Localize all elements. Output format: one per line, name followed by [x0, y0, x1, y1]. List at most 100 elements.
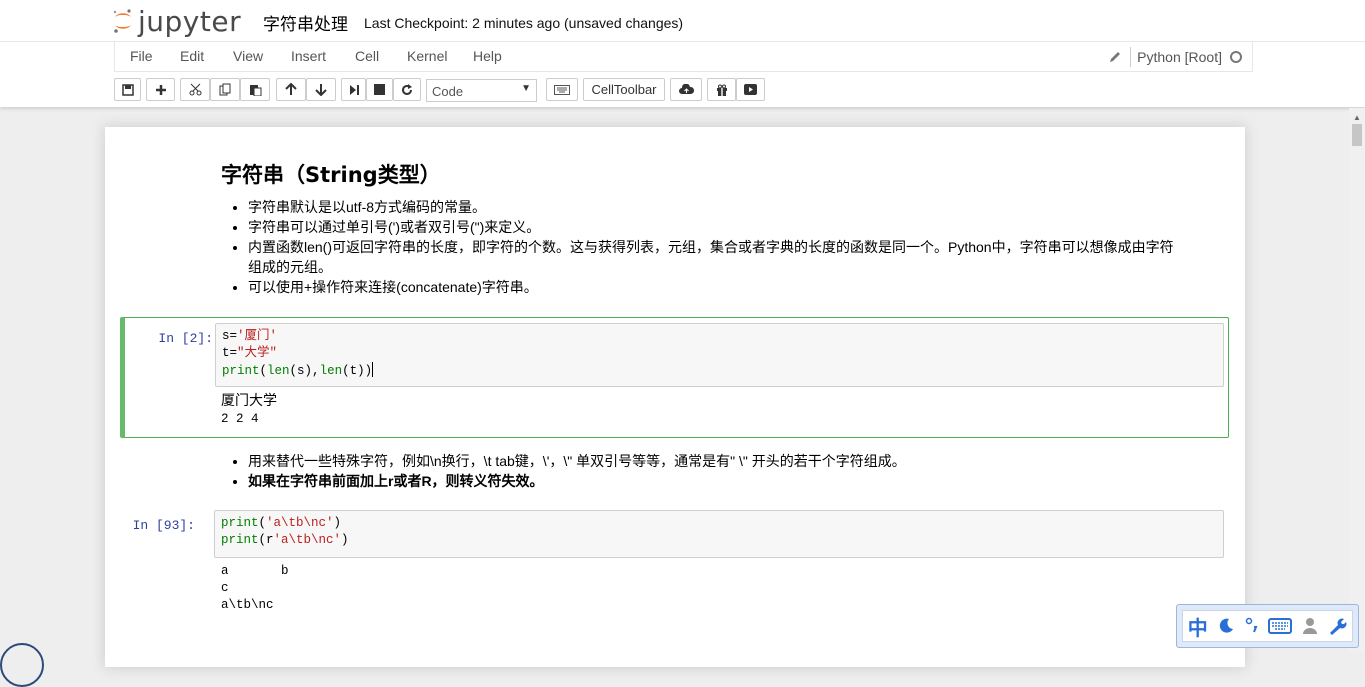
code-cell-selected[interactable]: In [2]: s='厦门' t="大学" print(len(s),len(t… [120, 317, 1229, 438]
list-item: 字符串可以通过单引号(')或者双引号(")来定义。 [248, 217, 1201, 237]
list-item-text: 内置函数len()可返回字符串的长度，即字符的个数。这与获得列表，元组，集合或者… [248, 239, 1174, 255]
ime-chinese-mode[interactable]: 中 [1188, 612, 1208, 641]
code-token: (t)) [342, 364, 373, 378]
list-item: 用来替代一些特殊字符，例如\n换行，\t tab键，\'，\" 单双引号等等，通… [248, 451, 1201, 471]
menubar: File Edit View Insert Cell Kernel Help P… [114, 42, 1253, 72]
output-line: 2 2 4 [221, 412, 259, 426]
menu-cell[interactable]: Cell [355, 48, 379, 64]
list-item: 内置函数len()可返回字符串的长度，即字符的个数。这与获得列表，元组，集合或者… [248, 237, 1201, 277]
cell-type-select[interactable]: Code ▼ [426, 79, 537, 102]
code-token: ( [258, 516, 267, 530]
notebook-container: 字符串（String类型） 字符串默认是以utf-8方式编码的常量。 字符串可以… [105, 127, 1245, 667]
keyboard-icon[interactable] [1268, 618, 1293, 634]
slideshow-button[interactable] [736, 78, 765, 101]
ime-toolbar-inner: 中 [1182, 610, 1353, 642]
paste-button[interactable] [240, 78, 270, 101]
escape-bullet-list: 用来替代一些特殊字符，例如\n换行，\t tab键，\'，\" 单双引号等等，通… [221, 451, 1201, 491]
markdown-cell-intro[interactable]: 字符串（String类型） 字符串默认是以utf-8方式编码的常量。 字符串可以… [221, 165, 1201, 297]
kernel-name[interactable]: Python [Root] [1137, 49, 1222, 65]
list-item-bold: 如果在字符串前面加上r或者R，则转义符失效。 [248, 471, 1201, 491]
moon-icon[interactable] [1217, 617, 1235, 635]
paste-icon [249, 85, 261, 96]
kernel-status-icon [1230, 51, 1242, 63]
gift-icon [716, 84, 727, 96]
code-builtin: print [221, 533, 259, 547]
edit-pencil-icon[interactable] [1108, 50, 1122, 64]
output-line: a b [221, 564, 289, 578]
output-line: a\tb\nc [221, 598, 274, 612]
code-builtin: len [267, 364, 290, 378]
move-up-button[interactable] [276, 78, 306, 101]
run-cell-button[interactable] [341, 78, 366, 101]
jupyter-logo-icon [113, 9, 131, 33]
menu-view[interactable]: View [233, 48, 263, 64]
punctuation-icon[interactable] [1245, 617, 1259, 635]
input-prompt: In [2]: [158, 331, 213, 346]
checkpoint-status: Last Checkpoint: 2 minutes ago (unsaved … [364, 15, 684, 31]
command-palette-button[interactable] [546, 78, 578, 101]
notebook-title[interactable]: 字符串处理 [263, 10, 348, 35]
code-token: ) [341, 533, 349, 547]
notebook-header: jupyter 字符串处理 Last Checkpoint: 2 minutes… [0, 0, 1365, 107]
input-prompt: In [93]: [132, 518, 195, 533]
wrench-icon[interactable] [1327, 616, 1347, 636]
code-cell[interactable]: In [93]: print('a\tb\nc') print(r'a\tb\n… [120, 507, 1229, 617]
gift-button[interactable] [707, 78, 736, 101]
scroll-thumb[interactable] [1352, 124, 1362, 146]
insert-cell-button[interactable] [146, 78, 175, 101]
move-down-button[interactable] [306, 78, 336, 101]
copy-icon [219, 83, 230, 96]
plus-icon [155, 84, 166, 95]
menu-help[interactable]: Help [473, 48, 502, 64]
cell-type-value: Code [432, 84, 464, 99]
code-string: 'a\tb\nc' [266, 516, 334, 530]
keyboard-icon [554, 84, 570, 95]
play-video-icon [744, 84, 757, 95]
code-string: "大学" [237, 346, 278, 360]
code-input[interactable]: s='厦门' t="大学" print(len(s),len(t)) [215, 323, 1224, 387]
code-string: '厦门' [237, 329, 278, 343]
menu-kernel[interactable]: Kernel [407, 48, 447, 64]
user-icon[interactable] [1302, 617, 1318, 635]
step-forward-icon [349, 84, 359, 95]
code-builtin: print [222, 364, 260, 378]
menu-insert[interactable]: Insert [291, 48, 326, 64]
kernel-indicator: Python [Root] [1108, 47, 1242, 67]
code-token: (s), [289, 364, 320, 378]
stop-icon [374, 84, 385, 95]
celltoolbar-button[interactable]: CellToolbar [583, 78, 665, 101]
output-line: 厦门大学 [221, 393, 277, 409]
code-token: ) [333, 516, 342, 530]
code-token: t= [222, 346, 238, 360]
interrupt-kernel-button[interactable] [366, 78, 393, 101]
menu-edit[interactable]: Edit [180, 48, 204, 64]
text-cursor [372, 362, 374, 377]
menu-file[interactable]: File [130, 48, 153, 64]
markdown-cell-escape[interactable]: 用来替代一些特殊字符，例如\n换行，\t tab键，\'，\" 单双引号等等，通… [221, 451, 1201, 491]
section-heading: 字符串（String类型） [221, 163, 441, 187]
scissors-icon [189, 83, 201, 96]
save-icon [121, 83, 134, 96]
code-input[interactable]: print('a\tb\nc') print(r'a\tb\nc') [214, 510, 1224, 558]
refresh-icon [402, 83, 412, 95]
upload-cloud-button[interactable] [670, 78, 702, 101]
arrow-down-icon [315, 84, 327, 96]
cell-output: a b c a\tb\nc [221, 563, 289, 614]
scroll-up-arrow-icon[interactable]: ▲ [1353, 113, 1361, 122]
cut-button[interactable] [180, 78, 210, 101]
list-item: 可以使用+操作符来连接(concatenate)字符串。 [248, 277, 1201, 297]
cloud-upload-icon [678, 84, 694, 94]
code-builtin: print [221, 516, 259, 530]
save-button[interactable] [114, 78, 141, 101]
code-token: s= [222, 329, 238, 343]
restart-kernel-button[interactable] [393, 78, 421, 101]
chevron-down-icon: ▼ [521, 83, 531, 94]
code-string: 'a\tb\nc' [273, 533, 342, 547]
code-token: (r [258, 533, 274, 547]
floating-widget-corner[interactable] [0, 643, 44, 687]
ime-toolbar[interactable]: 中 [1176, 604, 1359, 648]
page-scrollbar[interactable]: ▲ [1349, 108, 1365, 653]
copy-button[interactable] [210, 78, 240, 101]
list-item-text-cont: 组成的元组。 [248, 259, 332, 275]
jupyter-logo[interactable]: jupyter [112, 4, 241, 38]
